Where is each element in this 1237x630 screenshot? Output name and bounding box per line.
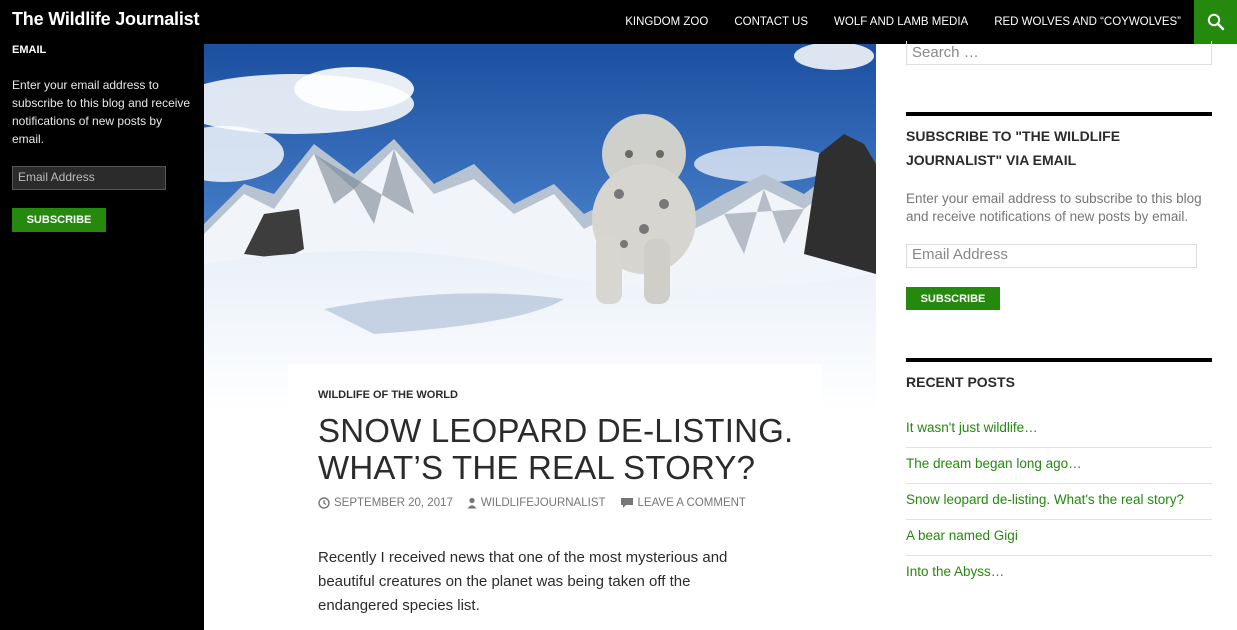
- post-date[interactable]: SEPTEMBER 20, 2017: [318, 497, 453, 509]
- left-sidebar: EMAIL Enter your email address to subscr…: [0, 44, 204, 630]
- post-comments-link[interactable]: LEAVE A COMMENT: [620, 497, 746, 509]
- post-author-text: WILDLIFEJOURNALIST: [480, 497, 606, 509]
- post-title[interactable]: SNOW LEOPARD DE-LISTING. WHAT’S THE REAL…: [318, 412, 838, 486]
- post-comments-text: LEAVE A COMMENT: [637, 497, 746, 509]
- widget-divider: [906, 112, 1212, 116]
- entry-header-card: [288, 364, 822, 412]
- search-icon: [1207, 13, 1224, 31]
- recent-post-link[interactable]: A bear named Gigi: [906, 520, 1212, 556]
- primary-nav: KINGDOM ZOO CONTACT US WOLF AND LAMB MED…: [612, 0, 1194, 44]
- post-excerpt: Recently I received news that one of the…: [318, 549, 728, 614]
- subscribe-widget-description: Enter your email address to subscribe to…: [906, 191, 1202, 224]
- post-date-text: SEPTEMBER 20, 2017: [334, 497, 453, 509]
- post-category-link[interactable]: WILDLIFE OF THE WORLD: [318, 389, 458, 401]
- post-author[interactable]: WILDLIFEJOURNALIST: [467, 497, 606, 509]
- comment-icon: [620, 498, 633, 508]
- nav-item-contact-us[interactable]: CONTACT US: [721, 16, 821, 28]
- site-title[interactable]: The Wildlife Journalist: [12, 9, 199, 30]
- recent-posts-title: RECENT POSTS: [906, 374, 1015, 390]
- featured-image[interactable]: [204, 44, 876, 412]
- site-header: The Wildlife Journalist KINGDOM ZOO CONT…: [0, 0, 1237, 44]
- subscribe-widget-title: SUBSCRIBE TO "THE WILDLIFE JOURNALIST" V…: [906, 128, 1121, 168]
- search-input[interactable]: Search …: [906, 41, 1212, 65]
- subscribe-button[interactable]: SUBSCRIBE: [12, 208, 106, 232]
- search-toggle-button[interactable]: [1194, 0, 1237, 44]
- nav-item-red-wolves[interactable]: RED WOLVES AND “COYWOLVES”: [981, 16, 1194, 28]
- email-field[interactable]: Email Address: [906, 244, 1197, 268]
- recent-post-link[interactable]: Snow leopard de-listing. What's the real…: [906, 484, 1212, 520]
- user-icon: [467, 497, 477, 509]
- subscribe-button[interactable]: SUBSCRIBE: [906, 287, 1000, 310]
- recent-post-link[interactable]: The dream began long ago…: [906, 448, 1212, 484]
- email-widget-heading: EMAIL: [12, 44, 47, 56]
- recent-post-link[interactable]: It wasn't just wildlife…: [906, 412, 1212, 448]
- email-field[interactable]: Email Address: [12, 166, 166, 190]
- snow-leopard-photo: [204, 44, 876, 412]
- recent-post-link[interactable]: Into the Abyss…: [906, 556, 1212, 592]
- recent-posts-list: It wasn't just wildlife… The dream began…: [906, 412, 1212, 592]
- email-widget-description: Enter your email address to subscribe to…: [12, 78, 191, 146]
- widget-divider: [906, 358, 1212, 362]
- clock-icon: [318, 497, 330, 509]
- nav-item-wolf-and-lamb-media[interactable]: WOLF AND LAMB MEDIA: [821, 16, 981, 28]
- nav-item-kingdom-zoo[interactable]: KINGDOM ZOO: [612, 16, 721, 28]
- post-meta: SEPTEMBER 20, 2017 WILDLIFEJOURNALIST LE…: [318, 497, 760, 509]
